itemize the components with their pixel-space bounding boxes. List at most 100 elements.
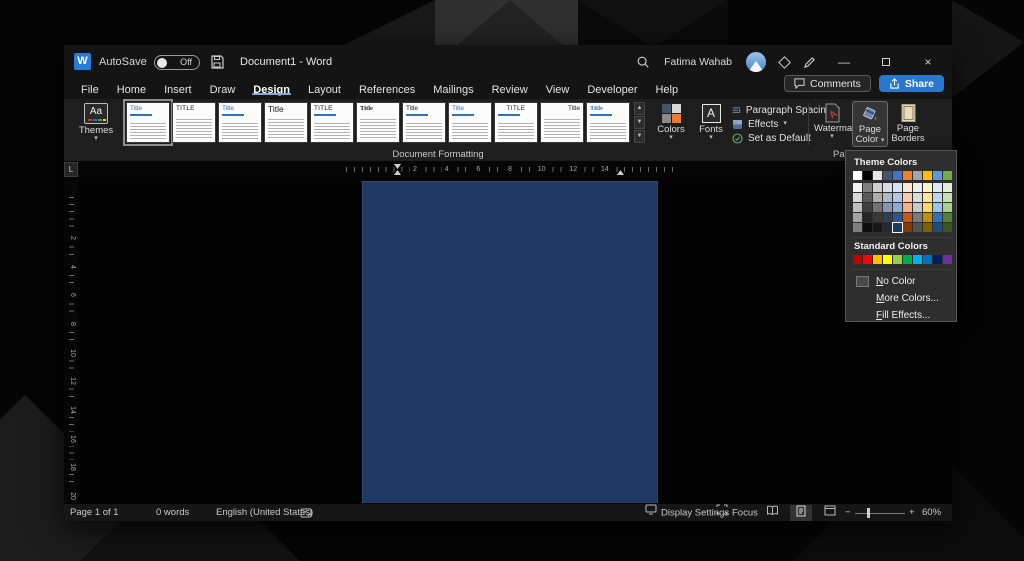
share-button[interactable]: Share: [879, 75, 944, 92]
color-swatch[interactable]: [893, 171, 902, 180]
color-swatch[interactable]: [943, 255, 952, 264]
color-swatch[interactable]: [883, 193, 892, 202]
color-swatch[interactable]: [933, 223, 942, 232]
minimize-button[interactable]: —: [830, 55, 858, 69]
color-swatch[interactable]: [913, 203, 922, 212]
read-mode-button[interactable]: [761, 505, 783, 521]
color-swatch[interactable]: [903, 203, 912, 212]
style-set-thumbnail[interactable]: TITLE: [172, 102, 216, 143]
color-swatch[interactable]: [873, 223, 882, 232]
tab-selector[interactable]: L: [64, 162, 78, 177]
ribbon-tab[interactable]: Insert: [155, 84, 201, 96]
no-color-item[interactable]: No Color: [852, 273, 950, 290]
color-swatch[interactable]: [873, 213, 882, 222]
user-name[interactable]: Fatima Wahab: [664, 56, 732, 68]
ribbon-tab[interactable]: Mailings: [424, 84, 482, 96]
fill-effects-item[interactable]: Fill Effects...: [852, 307, 950, 324]
gallery-scroll-button[interactable]: ▲: [634, 102, 645, 115]
gallery-scroll-button[interactable]: ▼: [634, 130, 645, 143]
document-canvas[interactable]: 2468101214161820: [64, 177, 952, 503]
color-swatch[interactable]: [913, 183, 922, 192]
color-swatch[interactable]: [943, 203, 952, 212]
color-swatch[interactable]: [903, 223, 912, 232]
style-set-thumbnail[interactable]: Title: [218, 102, 262, 143]
color-swatch[interactable]: [883, 183, 892, 192]
color-swatch[interactable]: [883, 213, 892, 222]
vertical-ruler[interactable]: 2468101214161820: [64, 177, 78, 503]
page-color-button[interactable]: PageColor ▾: [852, 101, 888, 147]
color-swatch[interactable]: [933, 171, 942, 180]
color-swatch[interactable]: [873, 171, 882, 180]
ribbon-tab[interactable]: References: [350, 84, 424, 96]
color-swatch[interactable]: [893, 193, 902, 202]
save-icon[interactable]: [210, 55, 224, 69]
color-swatch[interactable]: [943, 213, 952, 222]
color-swatch[interactable]: [853, 223, 862, 232]
zoom-slider-thumb[interactable]: [867, 508, 870, 518]
color-swatch[interactable]: [893, 183, 902, 192]
avatar[interactable]: [746, 52, 766, 72]
color-swatch[interactable]: [893, 203, 902, 212]
word-count-status[interactable]: 0 words: [156, 504, 189, 522]
style-set-thumbnail[interactable]: Title: [402, 102, 446, 143]
color-swatch[interactable]: [903, 193, 912, 202]
style-set-thumbnail[interactable]: TITLE: [310, 102, 354, 143]
color-swatch[interactable]: [933, 255, 942, 264]
color-swatch[interactable]: [863, 223, 872, 232]
color-swatch[interactable]: [923, 171, 932, 180]
colors-button[interactable]: Colors ▾: [652, 102, 690, 141]
color-swatch[interactable]: [883, 203, 892, 212]
comments-button[interactable]: Comments: [784, 75, 871, 92]
color-swatch[interactable]: [923, 203, 932, 212]
style-set-thumbnail[interactable]: Title: [264, 102, 308, 143]
color-swatch[interactable]: [853, 171, 862, 180]
autosave-toggle[interactable]: Off: [154, 55, 200, 70]
color-swatch[interactable]: [863, 183, 872, 192]
color-swatch[interactable]: [883, 223, 892, 232]
web-layout-button[interactable]: [819, 505, 841, 521]
color-swatch[interactable]: [933, 213, 942, 222]
fonts-button[interactable]: A Fonts ▾: [694, 102, 728, 141]
focus-button[interactable]: Focus: [716, 504, 758, 522]
close-button[interactable]: ×: [914, 55, 942, 69]
color-swatch[interactable]: [943, 223, 952, 232]
color-swatch[interactable]: [903, 183, 912, 192]
horizontal-ruler[interactable]: L 2468101214: [64, 162, 952, 177]
color-swatch[interactable]: [863, 213, 872, 222]
color-swatch[interactable]: [913, 193, 922, 202]
print-layout-button[interactable]: [790, 505, 812, 521]
color-swatch[interactable]: [913, 223, 922, 232]
color-swatch[interactable]: [933, 183, 942, 192]
watermark-button[interactable]: A Watermark ▾: [814, 101, 850, 147]
color-swatch[interactable]: [943, 171, 952, 180]
color-swatch[interactable]: [943, 183, 952, 192]
color-swatch[interactable]: [853, 183, 862, 192]
more-colors-item[interactable]: More Colors...: [852, 290, 950, 307]
document-page[interactable]: [362, 181, 658, 503]
color-swatch[interactable]: [933, 203, 942, 212]
color-swatch[interactable]: [923, 223, 932, 232]
color-swatch[interactable]: [903, 255, 912, 264]
ribbon-tab[interactable]: Help: [646, 84, 687, 96]
color-swatch[interactable]: [853, 193, 862, 202]
ribbon-tab[interactable]: View: [537, 84, 579, 96]
ribbon-tab[interactable]: Review: [483, 84, 537, 96]
color-swatch[interactable]: [893, 255, 902, 264]
color-swatch[interactable]: [923, 213, 932, 222]
color-swatch[interactable]: [863, 255, 872, 264]
gallery-scroll-button[interactable]: ▼: [634, 116, 645, 129]
zoom-out-button[interactable]: −: [845, 504, 851, 522]
pencil-icon[interactable]: [803, 56, 816, 69]
color-swatch[interactable]: [853, 213, 862, 222]
color-swatch[interactable]: [913, 171, 922, 180]
style-set-thumbnail[interactable]: Title: [126, 102, 170, 143]
color-swatch[interactable]: [863, 193, 872, 202]
zoom-level[interactable]: 60%: [922, 504, 941, 522]
page-number-status[interactable]: Page 1 of 1: [70, 504, 119, 522]
color-swatch[interactable]: [873, 203, 882, 212]
color-swatch[interactable]: [923, 255, 932, 264]
color-swatch[interactable]: [913, 255, 922, 264]
ribbon-tab[interactable]: File: [72, 84, 108, 96]
color-swatch[interactable]: [873, 255, 882, 264]
color-swatch[interactable]: [913, 213, 922, 222]
